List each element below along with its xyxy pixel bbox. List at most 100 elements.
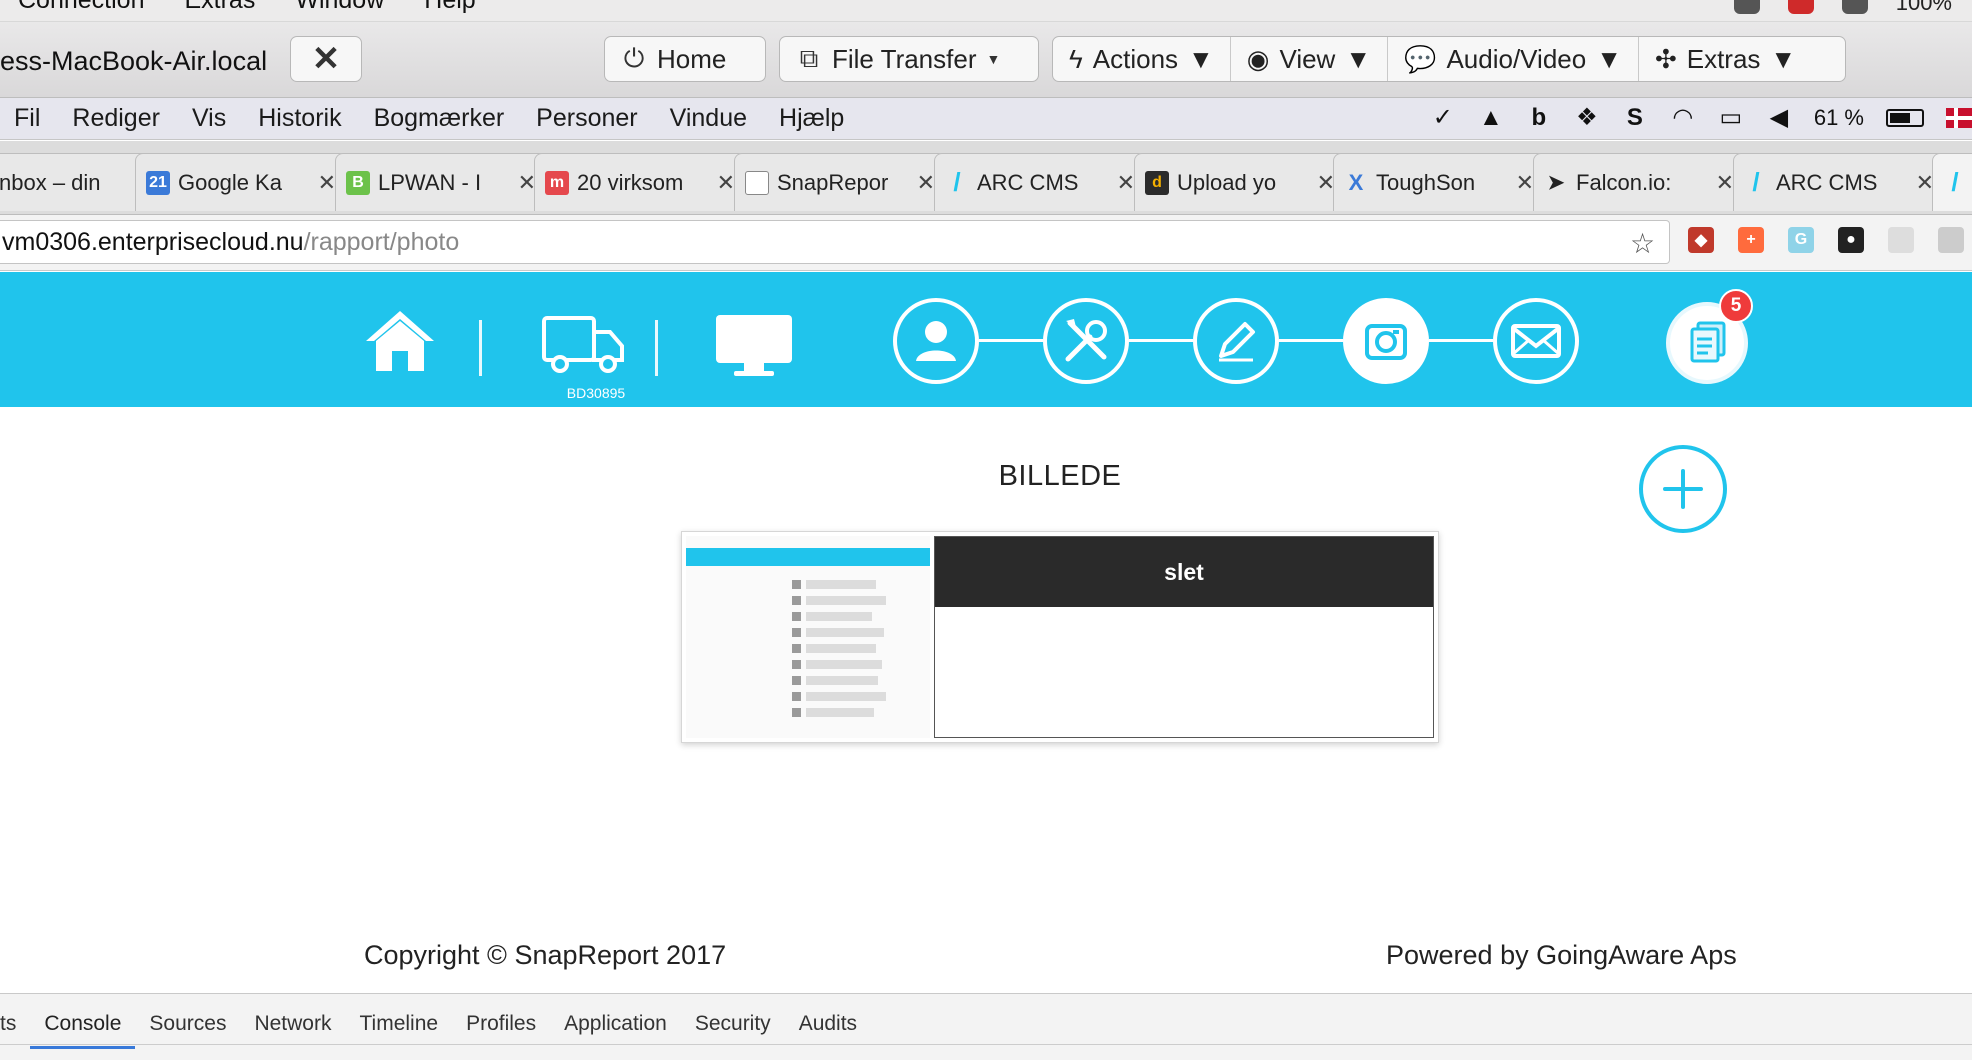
grey-extension-icon[interactable]: [1888, 227, 1914, 253]
add-photo-button[interactable]: [1639, 445, 1727, 533]
tab-upload[interactable]: d Upload yo ✕: [1134, 153, 1346, 211]
nav-separator: [655, 320, 658, 376]
step-customer[interactable]: [893, 298, 979, 384]
tab-google-calendar[interactable]: 21 Google Ka ✕: [135, 153, 347, 211]
menu-historik[interactable]: Historik: [258, 104, 341, 133]
audio-video-menu[interactable]: 💬 Audio/Video ▼: [1388, 37, 1639, 81]
g-extension-icon[interactable]: G: [1788, 227, 1814, 253]
step-photo[interactable]: [1343, 298, 1429, 384]
tab-lpwan[interactable]: B LPWAN - I ✕: [335, 153, 547, 211]
footer-powered-by: Powered by GoingAware Aps: [1386, 940, 1737, 970]
step-connector: [1429, 339, 1493, 342]
menu-vis[interactable]: Vis: [192, 104, 226, 133]
chevron-down-icon: ▼: [1770, 43, 1797, 74]
d-favicon-icon: d: [1145, 170, 1169, 195]
mac-menubar: Connection Extras Window Help 100%: [0, 0, 1972, 22]
home-nav-button[interactable]: [358, 306, 442, 376]
screen-nav-button[interactable]: [712, 310, 796, 380]
user-icon: [916, 321, 956, 361]
owl-icon[interactable]: ●: [1838, 227, 1864, 253]
status-calendar-icon[interactable]: [1841, 0, 1868, 14]
devtab-elements[interactable]: ts: [0, 1009, 30, 1049]
tab-active[interactable]: /: [1932, 153, 1972, 211]
menu-vindue[interactable]: Vindue: [670, 104, 747, 133]
tab-strip: nbox – din ✕ 21 Google Ka ✕ B LPWAN - I …: [0, 141, 1972, 215]
url-field[interactable]: vm0306.enterprisecloud.nu/rapport/photo: [0, 220, 1670, 264]
view-menu[interactable]: ◉ View ▼: [1231, 37, 1389, 81]
devtab-audits[interactable]: Audits: [785, 1009, 871, 1049]
close-tab-icon[interactable]: ✕: [1516, 170, 1534, 196]
close-session-button[interactable]: ✕: [290, 36, 362, 82]
close-tab-icon[interactable]: ✕: [1117, 170, 1135, 196]
menu-rediger[interactable]: Rediger: [72, 104, 160, 133]
tab-arc-cms[interactable]: / ARC CMS ✕: [934, 153, 1146, 211]
actions-label: Actions: [1092, 43, 1179, 74]
danish-flag-icon[interactable]: [1946, 107, 1972, 128]
b-icon[interactable]: b: [1526, 104, 1552, 132]
devtab-sources[interactable]: Sources: [135, 1009, 240, 1049]
close-tab-icon[interactable]: ✕: [717, 170, 735, 196]
address-bar: vm0306.enterprisecloud.nu/rapport/photo …: [0, 215, 1972, 271]
dropbox-icon[interactable]: ❖: [1574, 103, 1600, 132]
step-send[interactable]: [1493, 298, 1579, 384]
browser-battery-percent: 61 %: [1813, 104, 1864, 130]
devtab-network[interactable]: Network: [240, 1009, 345, 1049]
devtab-profiles[interactable]: Profiles: [452, 1009, 550, 1049]
step-notes[interactable]: [1193, 298, 1279, 384]
menu-personer[interactable]: Personer: [536, 104, 637, 133]
plus-extension-icon[interactable]: +: [1738, 227, 1764, 253]
airplay-icon[interactable]: ▭: [1718, 103, 1744, 132]
devtab-security[interactable]: Security: [681, 1009, 785, 1049]
status-app-icon[interactable]: [1733, 0, 1760, 14]
battery-icon[interactable]: [1886, 108, 1924, 127]
puzzle-icon: ✣: [1654, 43, 1677, 74]
photo-thumbnail[interactable]: [686, 536, 930, 738]
tab-arc-cms-2[interactable]: / ARC CMS ✕: [1733, 153, 1945, 211]
camera-icon: [1365, 324, 1407, 360]
actions-menu[interactable]: ϟ Actions ▼: [1053, 37, 1231, 81]
step-service[interactable]: [1043, 298, 1129, 384]
close-tab-icon[interactable]: ✕: [917, 170, 935, 196]
vehicle-nav-button[interactable]: [540, 312, 628, 378]
mac-menu-help[interactable]: Help: [424, 0, 475, 15]
devtab-application[interactable]: Application: [550, 1009, 681, 1049]
status-vivaldi-icon[interactable]: [1787, 0, 1814, 14]
devtab-console[interactable]: Console: [30, 1009, 136, 1049]
devtools-divider: [0, 1044, 1972, 1045]
devtab-timeline[interactable]: Timeline: [345, 1009, 452, 1049]
table-extension-icon[interactable]: [1938, 227, 1964, 253]
devtools-tabs: ts Console Sources Network Timeline Prof…: [0, 1009, 871, 1049]
drive-icon[interactable]: ▲: [1478, 104, 1504, 132]
mac-menu-items: Connection Extras Window Help: [18, 0, 476, 15]
check-icon[interactable]: ✓: [1430, 103, 1456, 132]
delete-photo-button[interactable]: slet: [935, 537, 1433, 607]
tab-falcon[interactable]: ➤ Falcon.io: ✕: [1533, 153, 1745, 211]
tab-title: Google Ka: [178, 169, 282, 195]
wifi-icon[interactable]: ◠: [1670, 103, 1696, 132]
tab-snapreport[interactable]: SnapRepor ✕: [734, 153, 946, 211]
menu-bogmaerker[interactable]: Bogmærker: [374, 104, 505, 133]
browser-menu-items: Fil Rediger Vis Historik Bogmærker Perso…: [14, 104, 844, 133]
tab-20-virksomheder[interactable]: m 20 virksom ✕: [534, 153, 746, 211]
home-button[interactable]: ⏻ Home: [604, 36, 766, 82]
volume-icon[interactable]: ◀: [1766, 103, 1792, 132]
file-transfer-button[interactable]: ⧉ File Transfer ▼: [779, 36, 1039, 82]
bookmark-star-icon[interactable]: ☆: [1630, 227, 1655, 260]
mac-menu-extras[interactable]: Extras: [184, 0, 255, 15]
tab-title: Upload yo: [1177, 169, 1277, 195]
s-icon[interactable]: S: [1622, 104, 1648, 132]
menu-hjaelp[interactable]: Hjælp: [779, 104, 844, 133]
lastpass-icon[interactable]: ◆: [1688, 227, 1714, 253]
extras-menu[interactable]: ✣ Extras ▼: [1639, 37, 1812, 81]
close-tab-icon[interactable]: ✕: [1716, 170, 1734, 196]
menu-fil[interactable]: Fil: [14, 104, 40, 133]
arc-slash-icon: /: [953, 167, 961, 197]
close-tab-icon[interactable]: ✕: [318, 170, 336, 196]
mail-icon: [1511, 324, 1561, 358]
mac-menu-window[interactable]: Window: [295, 0, 384, 15]
mac-menu-connection[interactable]: Connection: [18, 0, 144, 15]
tab-toughsoni[interactable]: X ToughSon ✕: [1333, 153, 1545, 211]
url-path: /rapport/photo: [303, 228, 460, 256]
chevron-down-icon: ▼: [1345, 43, 1372, 74]
tab-title: ARC CMS: [1776, 169, 1878, 195]
